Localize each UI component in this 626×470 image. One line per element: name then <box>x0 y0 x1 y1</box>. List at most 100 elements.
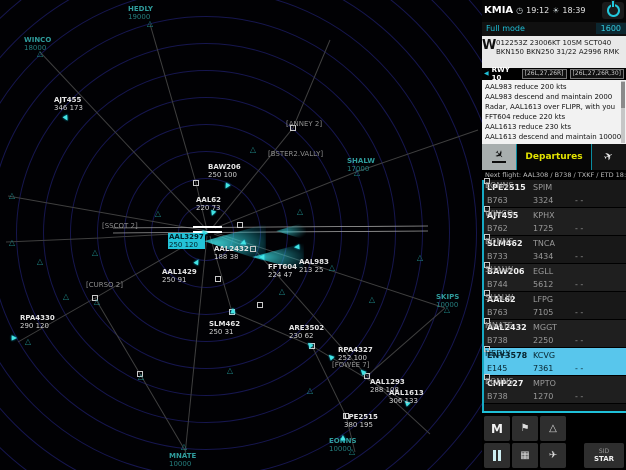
flight-strip[interactable]: AAL62 LFPG SHALW B763 7105 - - <box>484 289 626 320</box>
mode-row: Full mode 1600 <box>482 21 626 36</box>
weather-box: W 012253Z 23006KT 10SM SCT040 BKN150 BKN… <box>482 35 626 68</box>
airport-code: KMIA <box>484 5 514 17</box>
strip-squawk: 3324 <box>533 195 554 205</box>
grid-icon: ▦ <box>520 450 530 462</box>
aircraft-label[interactable]: AAL1429 250 91 <box>162 268 197 284</box>
aircraft-label[interactable]: SLM462 250 31 <box>209 320 240 336</box>
pause-button[interactable] <box>484 443 510 469</box>
tab-outbound[interactable]: ✈ <box>591 143 626 170</box>
strip-exit-fix: MNATE <box>484 317 513 330</box>
strip-destination: KCVG <box>533 350 556 360</box>
flight-strip[interactable]: CMP227 MPTO EONNS B738 1270 - - <box>484 373 626 404</box>
aircraft-label[interactable]: FFT604 224 47 <box>268 263 297 279</box>
strip-destination: SPIM <box>533 182 553 192</box>
strip-squawk: 7361 <box>533 363 554 373</box>
strip-extra: - - <box>575 307 584 317</box>
traffic-button[interactable]: ✈ <box>540 443 566 469</box>
strip-destination: LFPG <box>533 294 554 304</box>
power-button[interactable] <box>602 2 624 20</box>
aircraft-label[interactable]: AJT455 346 173 <box>54 96 83 112</box>
aircraft-label[interactable]: RPA4327 252 100 <box>338 346 373 362</box>
strip-squawk: 5612 <box>533 279 554 289</box>
strip-squawk: 3434 <box>533 251 554 261</box>
strip-destination: EGLL <box>533 266 554 276</box>
flight-strip[interactable]: SLM462 TNCA EONNS B733 3434 - - <box>484 233 626 264</box>
strip-exit-fix: SHALW <box>484 289 513 302</box>
log-scrollbar-thumb[interactable] <box>621 81 625 108</box>
tab-departures[interactable]: Departures <box>517 143 591 170</box>
tab-arrivals[interactable]: ✈ <box>482 143 517 170</box>
windsock-button[interactable]: ⚑ <box>512 416 538 442</box>
strip-squawk: 1725 <box>533 223 554 233</box>
log-line: Radar, AAL1613 over FLIPR, with you <box>485 102 616 111</box>
sidebar-header: KMIA ◷ 19:12 ☀ 18:39 <box>482 0 626 22</box>
plane-landing-icon: ✈ <box>491 146 508 163</box>
strip-aircraft-type: B738 <box>487 335 508 345</box>
log-line: AAL1613 descend and maintain 10000 <box>485 132 622 141</box>
pause-icon <box>492 446 502 465</box>
strip-aircraft-type: B762 <box>487 223 508 233</box>
windsock-icon: ⚑ <box>520 423 530 435</box>
squawk-value[interactable]: 1600 <box>595 23 626 35</box>
strip-squawk: 1270 <box>533 391 554 401</box>
weather-letter: W <box>482 37 497 53</box>
mode-label[interactable]: Full mode <box>482 24 525 33</box>
message-log[interactable]: AAL983 reduce 200 kts AAL983 descend and … <box>482 79 626 144</box>
strip-extra: - - <box>575 195 584 205</box>
strip-aircraft-type: B733 <box>487 251 508 261</box>
aircraft-label[interactable]: BAW206 250 100 <box>208 163 241 179</box>
strip-extra: - - <box>575 363 584 373</box>
strip-destination: MGGT <box>533 322 557 332</box>
triangle-icon: △ <box>549 423 557 435</box>
strip-aircraft-type: B763 <box>487 195 508 205</box>
aircraft-label[interactable]: AAL983 213 25 <box>299 258 329 274</box>
aircraft-label[interactable]: AAL1613 306 133 <box>389 389 424 405</box>
plane-takeoff-icon: ✈ <box>602 148 616 165</box>
strip-exit-fix: EONNS <box>484 177 513 190</box>
aircraft-view-button[interactable]: △ <box>540 416 566 442</box>
clock-icon: ◷ <box>516 6 524 16</box>
aircraft-label[interactable]: AAL2432 188 38 <box>214 245 249 261</box>
strip-extra: - - <box>575 251 584 261</box>
map-mode-button[interactable]: M <box>484 416 510 442</box>
flight-strip[interactable]: AAL2432 MGGT MNATE B738 2250 - - <box>484 317 626 348</box>
star-label: STAR <box>593 455 615 464</box>
sidebar: KMIA ◷ 19:12 ☀ 18:39 Full mode 1600 W 01… <box>482 0 626 470</box>
strip-squawk: 7105 <box>533 307 554 317</box>
sid-star-toggle-button[interactable]: SID STAR <box>584 443 624 469</box>
log-line: AAL983 descend and maintain 2000 <box>485 92 613 101</box>
flight-strip[interactable]: LPE2515 SPIM EONNS B763 3324 - - <box>484 177 626 208</box>
strip-exit-fix: EONNS <box>484 233 513 246</box>
flight-strip[interactable]: AJT455 KPHX WINCO B762 1725 - - <box>484 205 626 236</box>
radar-display[interactable]: △ △ △ △ △ △ △ △ △ △ △ △ △ △ △ △ △ △ △ △ △ △ △ HEDLY 19000 WINCO… <box>0 0 482 470</box>
strip-extra: - - <box>575 335 584 345</box>
aircraft-label[interactable]: AAL62 220 73 <box>196 196 221 212</box>
toolbar-row-2: ▦ ✈ SID STAR <box>484 443 624 469</box>
strip-destination: TNCA <box>533 238 555 248</box>
aircraft-label[interactable]: ARE3502 230 62 <box>289 324 324 340</box>
flight-strip[interactable]: ENY3578 KCVG HEDLY E145 7361 - - <box>484 345 626 376</box>
landing-runways[interactable]: [26L,27,26R] <box>521 68 567 79</box>
power-icon <box>606 4 620 18</box>
toolbar-row-1: M ⚑ △ <box>484 416 624 442</box>
flight-strip[interactable]: BAW206 EGLL SHALW B744 5612 - - <box>484 261 626 292</box>
strip-extra: - - <box>575 223 584 233</box>
strip-aircraft-type: B738 <box>487 391 508 401</box>
aircraft-label[interactable]: LPE2515 380 195 <box>344 413 378 429</box>
strip-destination: KPHX <box>533 210 555 220</box>
sunset-time: 18:39 <box>562 6 586 16</box>
strip-extra: - - <box>575 391 584 401</box>
strip-exit-fix: EONNS <box>484 373 513 386</box>
strip-aircraft-type: E145 <box>487 363 508 373</box>
aircraft-label[interactable]: AAL3297 250 120 <box>168 233 205 249</box>
strip-tabs: ✈ Departures ✈ <box>482 143 626 170</box>
sid-label: SID <box>598 448 610 456</box>
back-icon[interactable]: ◀ <box>484 70 489 77</box>
log-scrollbar[interactable] <box>621 80 625 143</box>
strip-exit-fix: SHALW <box>484 261 513 274</box>
aircraft-label[interactable]: RPA4330 290 120 <box>20 314 55 330</box>
log-line: FFT604 reduce 220 kts <box>485 112 566 121</box>
departure-runways[interactable]: [26L,27,26R,30] <box>569 68 624 79</box>
strip-grid-button[interactable]: ▦ <box>512 443 538 469</box>
